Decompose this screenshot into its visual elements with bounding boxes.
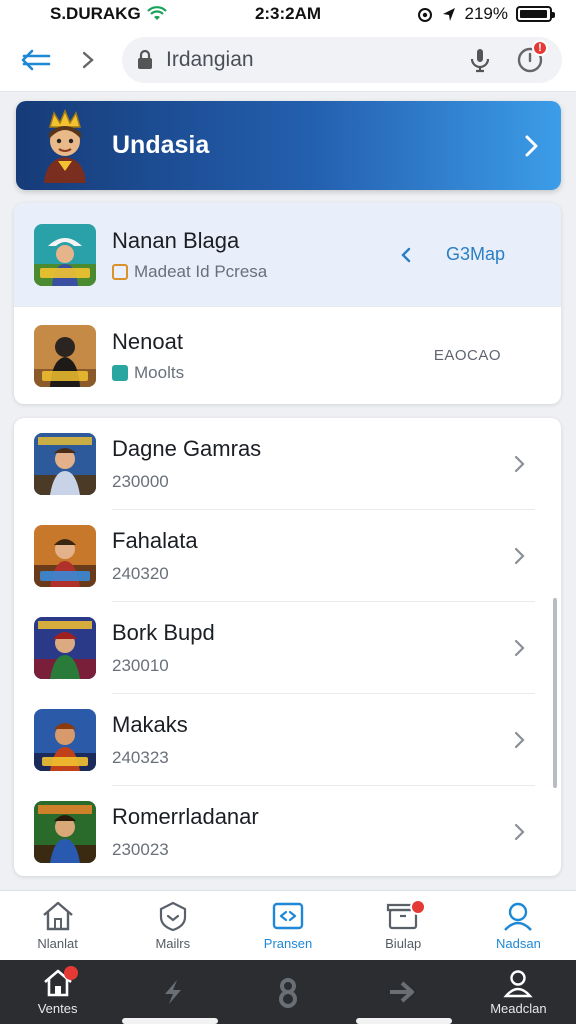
featured-title: Nenoat: [112, 328, 183, 354]
open-map-link[interactable]: G3Map: [400, 244, 505, 265]
chevron-right-icon: [514, 731, 525, 749]
bolt-icon: [164, 980, 181, 1004]
address-bar[interactable]: Irdangian !: [122, 36, 562, 83]
chevron-right-icon: [514, 547, 525, 565]
featured-item[interactable]: Nanan Blaga Madeat Id Pcresa G3Map: [14, 203, 561, 307]
chat-icon: [112, 364, 128, 381]
chevron-right-icon: [514, 823, 525, 841]
list-item[interactable]: Bork Bupd 230010: [14, 602, 561, 694]
nav-bar: Irdangian !: [0, 28, 576, 92]
system-nav-badge: [64, 966, 78, 980]
profile-icon: [504, 902, 533, 931]
list-item[interactable]: Dagne Gamras 230000: [14, 418, 561, 510]
eight-icon: [279, 978, 297, 1008]
tab-label: Biulap: [385, 936, 422, 951]
game-title: Fahalata: [112, 528, 198, 553]
tag-icon: [112, 263, 128, 280]
system-nav-bar: Ventes Meadclan: [0, 960, 576, 1024]
home-icon: [42, 901, 73, 931]
list-item[interactable]: Romerrladanar 230023: [14, 786, 561, 876]
lock-icon: [138, 49, 152, 69]
location-icon: [442, 8, 455, 21]
home-indicator[interactable]: [356, 1018, 452, 1024]
featured-subtitle: Moolts: [134, 362, 185, 382]
back-arrow-icon: [21, 49, 51, 70]
battery-icon: [516, 6, 555, 22]
info-button[interactable]: !: [512, 39, 548, 78]
tab-nadsan[interactable]: Nadsan: [461, 891, 576, 960]
game-id: 240323: [112, 748, 169, 767]
wifi-icon: [146, 6, 167, 20]
game-thumbnail: [34, 709, 96, 771]
battery-fill: [520, 10, 547, 18]
tab-pransen[interactable]: Pransen: [230, 891, 345, 960]
mic-icon: [470, 48, 490, 72]
forward-button[interactable]: [66, 38, 110, 82]
tab-label: Pransen: [263, 936, 313, 951]
game-title: Makaks: [112, 712, 188, 737]
game-thumbnail: [34, 801, 96, 863]
battery-percent: 219%: [464, 4, 508, 23]
game-thumbnail: [34, 324, 96, 387]
featured-banner[interactable]: Undasia: [16, 101, 561, 190]
chevron-right-icon: [525, 135, 538, 156]
tab-label: Mailrs: [155, 936, 191, 951]
status-bar: S.DURAKG 2:3:2AM 219%: [0, 0, 576, 28]
featured-title: Nanan Blaga: [112, 227, 240, 253]
list-item[interactable]: Fahalata 240320: [14, 510, 561, 602]
arrow-right-icon: [390, 981, 415, 1003]
tab-mailrs[interactable]: Mailrs: [115, 891, 230, 960]
shield-icon: [159, 901, 186, 932]
status-right: 219%: [417, 4, 555, 24]
mic-button[interactable]: [462, 42, 498, 78]
tab-home[interactable]: Nlanlat: [0, 891, 115, 960]
system-nav-center[interactable]: [230, 960, 345, 1024]
game-title: Dagne Gamras: [112, 436, 262, 461]
system-nav-bolt[interactable]: [115, 960, 230, 1024]
chevron-right-icon: [514, 639, 525, 657]
address-text: Irdangian: [166, 47, 254, 71]
tab-label: Nlanlat: [37, 936, 78, 951]
game-title: Romerrladanar: [112, 804, 259, 829]
system-nav-home[interactable]: Ventes: [0, 960, 115, 1024]
list-item[interactable]: Makaks 240323: [14, 694, 561, 786]
game-thumbnail: [34, 433, 96, 495]
game-thumbnail: [34, 617, 96, 679]
home-indicator[interactable]: [122, 1018, 218, 1024]
chevron-left-icon: [401, 247, 411, 262]
scrollbar[interactable]: [553, 598, 557, 788]
carrier-group: S.DURAKG: [50, 4, 167, 24]
back-button[interactable]: [14, 38, 58, 82]
system-nav-profile[interactable]: Meadclan: [461, 960, 576, 1024]
system-nav-label: Meadclan: [490, 1001, 547, 1016]
message-icon: [272, 902, 304, 930]
notification-badge: !: [532, 39, 548, 56]
game-id: 230023: [112, 840, 169, 859]
profile-icon: [503, 970, 534, 998]
system-nav-label: Ventes: [37, 1001, 78, 1016]
carrier-name: S.DURAKG: [50, 4, 141, 23]
system-nav-forward[interactable]: [346, 960, 461, 1024]
game-id: 230010: [112, 656, 169, 675]
open-map-label: G3Map: [445, 244, 505, 264]
featured-code: EAOCAO: [433, 347, 501, 364]
tab-biulap[interactable]: Biulap: [346, 891, 461, 960]
chevron-right-icon: [514, 455, 525, 473]
game-list: Dagne Gamras 230000 Fahalata 240320 Bork…: [14, 418, 561, 876]
tab-label: Nadsan: [496, 936, 541, 951]
game-id: 230000: [112, 472, 169, 491]
game-title: Bork Bupd: [112, 620, 215, 645]
game-thumbnail: [34, 525, 96, 587]
chevron-right-icon: [82, 51, 94, 68]
tab-badge: [409, 899, 426, 915]
bottom-tab-bar: Nlanlat Mailrs Pransen Biulap Nadsan: [0, 890, 576, 960]
featured-item[interactable]: Nenoat Moolts EAOCAO: [14, 307, 561, 404]
game-thumbnail: [34, 223, 96, 286]
game-id: 240320: [112, 564, 169, 583]
game-avatar-icon: [44, 108, 86, 183]
alarm-icon: [417, 8, 432, 22]
featured-subtitle: Madeat Id Pcresa: [134, 261, 268, 281]
banner-title: Undasia: [112, 131, 210, 159]
featured-list: Nanan Blaga Madeat Id Pcresa G3Map Nenoa…: [14, 203, 561, 404]
